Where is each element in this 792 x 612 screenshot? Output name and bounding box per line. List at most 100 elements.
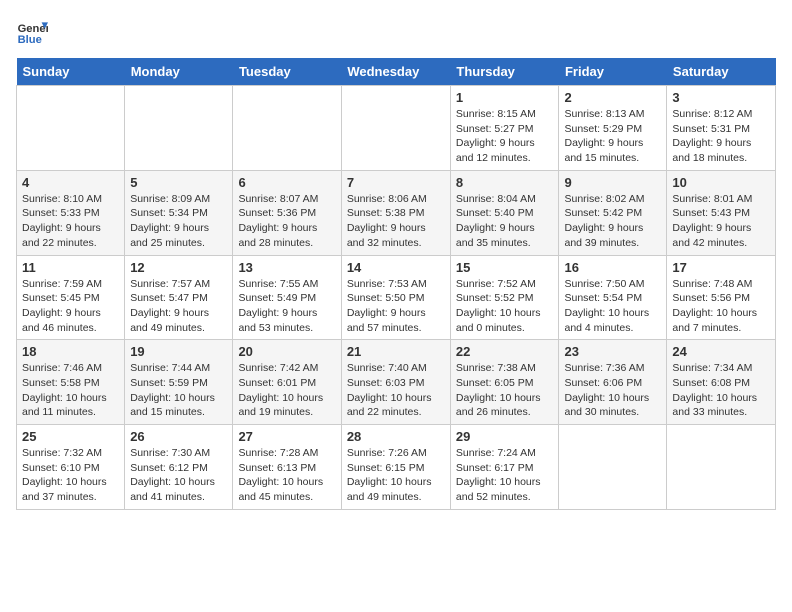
day-info: Sunrise: 8:06 AM Sunset: 5:38 PM Dayligh…: [347, 192, 445, 251]
day-number: 23: [564, 344, 661, 359]
calendar-cell: 1 Sunrise: 8:15 AM Sunset: 5:27 PM Daylig…: [450, 86, 559, 171]
header-row: SundayMondayTuesdayWednesdayThursdayFrid…: [17, 58, 776, 86]
day-number: 18: [22, 344, 119, 359]
calendar-cell: 16 Sunrise: 7:50 AM Sunset: 5:54 PM Dayli…: [559, 255, 667, 340]
day-header-monday: Monday: [125, 58, 233, 86]
calendar-cell: 10 Sunrise: 8:01 AM Sunset: 5:43 PM Dayli…: [667, 170, 776, 255]
day-info: Sunrise: 7:44 AM Sunset: 5:59 PM Dayligh…: [130, 361, 227, 420]
day-info: Sunrise: 8:04 AM Sunset: 5:40 PM Dayligh…: [456, 192, 554, 251]
calendar-cell: 24 Sunrise: 7:34 AM Sunset: 6:08 PM Dayli…: [667, 340, 776, 425]
day-number: 22: [456, 344, 554, 359]
day-info: Sunrise: 8:07 AM Sunset: 5:36 PM Dayligh…: [238, 192, 335, 251]
day-number: 5: [130, 175, 227, 190]
day-info: Sunrise: 7:48 AM Sunset: 5:56 PM Dayligh…: [672, 277, 770, 336]
day-number: 26: [130, 429, 227, 444]
day-info: Sunrise: 7:40 AM Sunset: 6:03 PM Dayligh…: [347, 361, 445, 420]
day-info: Sunrise: 7:24 AM Sunset: 6:17 PM Dayligh…: [456, 446, 554, 505]
day-number: 12: [130, 260, 227, 275]
calendar-cell: 21 Sunrise: 7:40 AM Sunset: 6:03 PM Dayli…: [341, 340, 450, 425]
week-row-4: 18 Sunrise: 7:46 AM Sunset: 5:58 PM Dayli…: [17, 340, 776, 425]
calendar-table: SundayMondayTuesdayWednesdayThursdayFrid…: [16, 58, 776, 510]
calendar-cell: 5 Sunrise: 8:09 AM Sunset: 5:34 PM Daylig…: [125, 170, 233, 255]
logo-icon: General Blue: [16, 16, 48, 48]
day-info: Sunrise: 8:02 AM Sunset: 5:42 PM Dayligh…: [564, 192, 661, 251]
day-number: 10: [672, 175, 770, 190]
calendar-cell: 17Sunrise: 7:48 AM Sunset: 5:56 PM Dayli…: [667, 255, 776, 340]
day-info: Sunrise: 7:52 AM Sunset: 5:52 PM Dayligh…: [456, 277, 554, 336]
day-header-saturday: Saturday: [667, 58, 776, 86]
day-header-wednesday: Wednesday: [341, 58, 450, 86]
day-number: 14: [347, 260, 445, 275]
day-number: 24: [672, 344, 770, 359]
day-info: Sunrise: 8:09 AM Sunset: 5:34 PM Dayligh…: [130, 192, 227, 251]
day-header-tuesday: Tuesday: [233, 58, 341, 86]
calendar-cell: 6Sunrise: 8:07 AM Sunset: 5:36 PM Daylig…: [233, 170, 341, 255]
calendar-cell: 22Sunrise: 7:38 AM Sunset: 6:05 PM Dayli…: [450, 340, 559, 425]
calendar-cell: 18 Sunrise: 7:46 AM Sunset: 5:58 PM Dayli…: [17, 340, 125, 425]
calendar-cell: 29 Sunrise: 7:24 AM Sunset: 6:17 PM Dayli…: [450, 425, 559, 510]
day-info: Sunrise: 7:32 AM Sunset: 6:10 PM Dayligh…: [22, 446, 119, 505]
logo: General Blue: [16, 16, 52, 48]
day-info: Sunrise: 7:53 AM Sunset: 5:50 PM Dayligh…: [347, 277, 445, 336]
calendar-cell: 2 Sunrise: 8:13 AM Sunset: 5:29 PM Daylig…: [559, 86, 667, 171]
calendar-cell: 11 Sunrise: 7:59 AM Sunset: 5:45 PM Dayli…: [17, 255, 125, 340]
week-row-2: 4Sunrise: 8:10 AM Sunset: 5:33 PM Daylig…: [17, 170, 776, 255]
calendar-cell: [17, 86, 125, 171]
day-number: 29: [456, 429, 554, 444]
day-info: Sunrise: 7:59 AM Sunset: 5:45 PM Dayligh…: [22, 277, 119, 336]
day-number: 3: [672, 90, 770, 105]
day-number: 2: [564, 90, 661, 105]
day-info: Sunrise: 7:26 AM Sunset: 6:15 PM Dayligh…: [347, 446, 445, 505]
day-number: 19: [130, 344, 227, 359]
calendar-cell: 25Sunrise: 7:32 AM Sunset: 6:10 PM Dayli…: [17, 425, 125, 510]
day-number: 11: [22, 260, 119, 275]
calendar-cell: 26 Sunrise: 7:30 AM Sunset: 6:12 PM Dayli…: [125, 425, 233, 510]
day-info: Sunrise: 8:01 AM Sunset: 5:43 PM Dayligh…: [672, 192, 770, 251]
calendar-cell: 27 Sunrise: 7:28 AM Sunset: 6:13 PM Dayli…: [233, 425, 341, 510]
calendar-cell: 19 Sunrise: 7:44 AM Sunset: 5:59 PM Dayli…: [125, 340, 233, 425]
calendar-cell: 28 Sunrise: 7:26 AM Sunset: 6:15 PM Dayli…: [341, 425, 450, 510]
day-info: Sunrise: 7:30 AM Sunset: 6:12 PM Dayligh…: [130, 446, 227, 505]
calendar-cell: 23Sunrise: 7:36 AM Sunset: 6:06 PM Dayli…: [559, 340, 667, 425]
week-row-5: 25Sunrise: 7:32 AM Sunset: 6:10 PM Dayli…: [17, 425, 776, 510]
day-number: 1: [456, 90, 554, 105]
calendar-cell: [125, 86, 233, 171]
day-header-sunday: Sunday: [17, 58, 125, 86]
day-info: Sunrise: 8:10 AM Sunset: 5:33 PM Dayligh…: [22, 192, 119, 251]
calendar-cell: 9 Sunrise: 8:02 AM Sunset: 5:42 PM Daylig…: [559, 170, 667, 255]
calendar-cell: 7 Sunrise: 8:06 AM Sunset: 5:38 PM Daylig…: [341, 170, 450, 255]
calendar-cell: [233, 86, 341, 171]
day-number: 7: [347, 175, 445, 190]
calendar-cell: 12 Sunrise: 7:57 AM Sunset: 5:47 PM Dayli…: [125, 255, 233, 340]
day-info: Sunrise: 7:42 AM Sunset: 6:01 PM Dayligh…: [238, 361, 335, 420]
day-info: Sunrise: 8:12 AM Sunset: 5:31 PM Dayligh…: [672, 107, 770, 166]
day-info: Sunrise: 8:13 AM Sunset: 5:29 PM Dayligh…: [564, 107, 661, 166]
calendar-cell: 15 Sunrise: 7:52 AM Sunset: 5:52 PM Dayli…: [450, 255, 559, 340]
day-info: Sunrise: 8:15 AM Sunset: 5:27 PM Dayligh…: [456, 107, 554, 166]
week-row-3: 11 Sunrise: 7:59 AM Sunset: 5:45 PM Dayli…: [17, 255, 776, 340]
day-info: Sunrise: 7:55 AM Sunset: 5:49 PM Dayligh…: [238, 277, 335, 336]
day-info: Sunrise: 7:50 AM Sunset: 5:54 PM Dayligh…: [564, 277, 661, 336]
day-info: Sunrise: 7:28 AM Sunset: 6:13 PM Dayligh…: [238, 446, 335, 505]
day-number: 27: [238, 429, 335, 444]
day-info: Sunrise: 7:57 AM Sunset: 5:47 PM Dayligh…: [130, 277, 227, 336]
day-info: Sunrise: 7:46 AM Sunset: 5:58 PM Dayligh…: [22, 361, 119, 420]
day-number: 13: [238, 260, 335, 275]
calendar-cell: [341, 86, 450, 171]
week-row-1: 1 Sunrise: 8:15 AM Sunset: 5:27 PM Daylig…: [17, 86, 776, 171]
calendar-cell: 20Sunrise: 7:42 AM Sunset: 6:01 PM Dayli…: [233, 340, 341, 425]
calendar-cell: 13 Sunrise: 7:55 AM Sunset: 5:49 PM Dayli…: [233, 255, 341, 340]
day-number: 28: [347, 429, 445, 444]
calendar-cell: 14 Sunrise: 7:53 AM Sunset: 5:50 PM Dayli…: [341, 255, 450, 340]
day-number: 9: [564, 175, 661, 190]
svg-text:Blue: Blue: [18, 34, 42, 46]
day-number: 8: [456, 175, 554, 190]
calendar-cell: 8 Sunrise: 8:04 AM Sunset: 5:40 PM Daylig…: [450, 170, 559, 255]
day-number: 15: [456, 260, 554, 275]
day-number: 21: [347, 344, 445, 359]
day-info: Sunrise: 7:34 AM Sunset: 6:08 PM Dayligh…: [672, 361, 770, 420]
day-header-friday: Friday: [559, 58, 667, 86]
day-number: 16: [564, 260, 661, 275]
calendar-cell: 3 Sunrise: 8:12 AM Sunset: 5:31 PM Daylig…: [667, 86, 776, 171]
calendar-cell: [559, 425, 667, 510]
